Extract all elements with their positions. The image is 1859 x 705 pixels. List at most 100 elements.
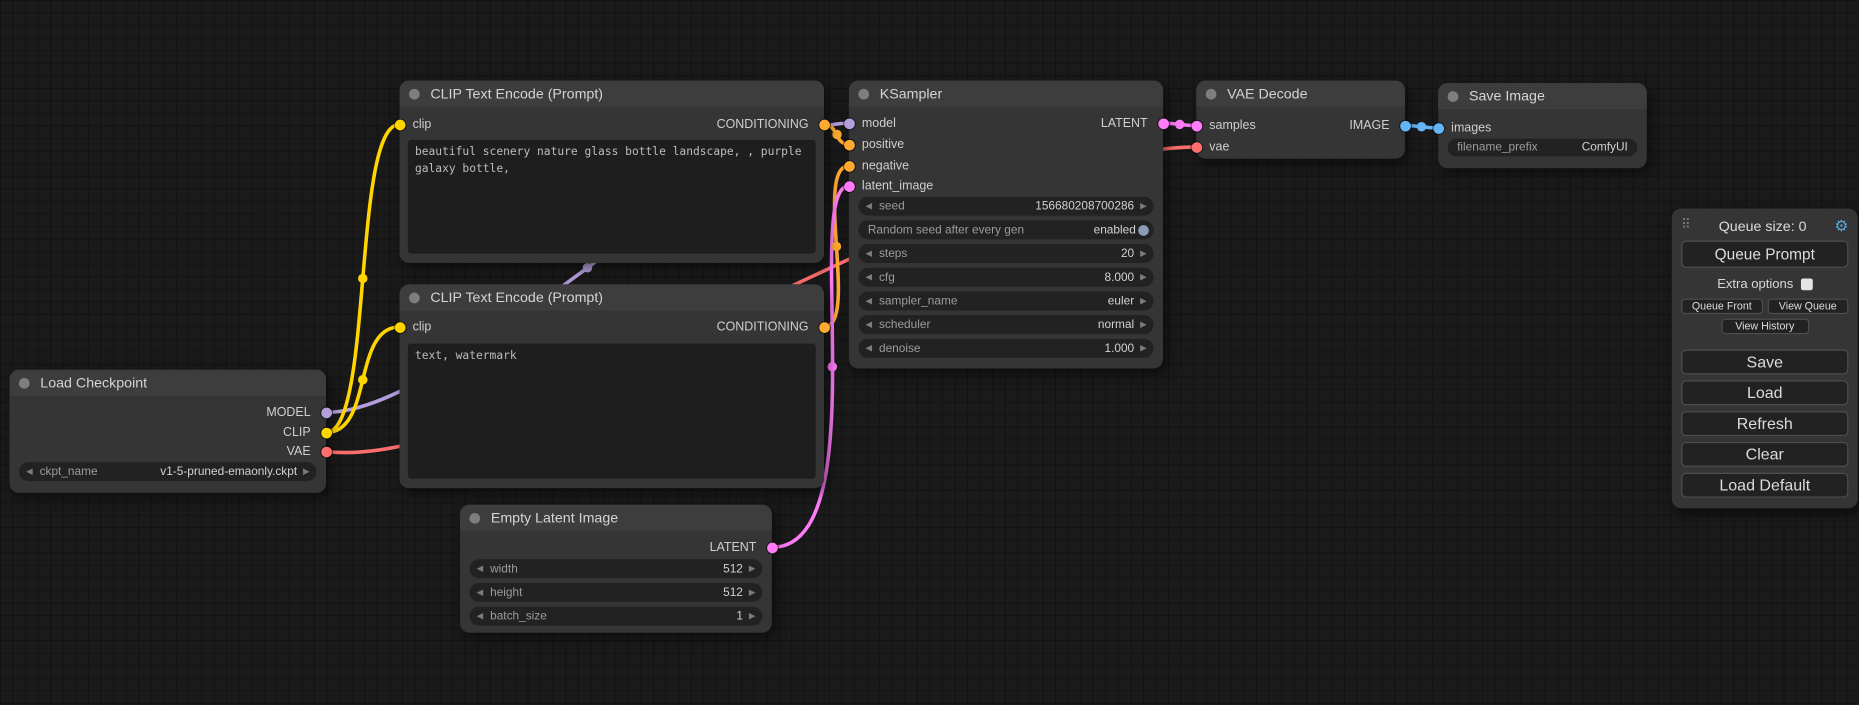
increment-icon[interactable]: ▶ xyxy=(749,588,755,596)
widget-denoise[interactable]: ◀ denoise 1.000 ▶ xyxy=(858,339,1153,358)
widget-filename-prefix[interactable]: filename_prefix ComfyUI xyxy=(1448,139,1638,157)
decrement-icon[interactable]: ◀ xyxy=(26,467,32,475)
view-history-button[interactable]: View History xyxy=(1721,319,1809,334)
widget-random-seed-toggle[interactable]: Random seed after every gen enabled xyxy=(858,220,1153,239)
collapse-dot[interactable] xyxy=(409,88,420,99)
output-slot-latent[interactable]: LATENT xyxy=(849,115,1163,132)
collapse-dot[interactable] xyxy=(19,377,30,388)
view-queue-button[interactable]: View Queue xyxy=(1767,299,1848,314)
input-slot-negative[interactable]: negative xyxy=(849,158,1163,175)
widget-sampler-name[interactable]: ◀ sampler_name euler ▶ xyxy=(858,291,1153,310)
decrement-icon[interactable]: ◀ xyxy=(865,297,871,305)
slot-dot[interactable] xyxy=(321,446,332,457)
input-slot-positive[interactable]: positive xyxy=(849,136,1163,153)
widget-seed[interactable]: ◀ seed 156680208700286 ▶ xyxy=(858,197,1153,216)
slot-dot[interactable] xyxy=(1400,120,1411,131)
slot-dot[interactable] xyxy=(321,427,332,438)
increment-icon[interactable]: ▶ xyxy=(1140,297,1146,305)
node-vae-decode[interactable]: VAE Decode samples IMAGE vae xyxy=(1196,81,1405,159)
node-titlebar[interactable]: Save Image xyxy=(1438,83,1647,109)
widget-ckpt-name[interactable]: ◀ ckpt_name v1-5-pruned-emaonly.ckpt ▶ xyxy=(19,462,317,481)
slot-dot[interactable] xyxy=(1158,118,1169,129)
clear-button[interactable]: Clear xyxy=(1681,442,1848,467)
node-empty-latent-image[interactable]: Empty Latent Image LATENT ◀ width 512 ▶ … xyxy=(460,505,772,633)
decrement-icon[interactable]: ◀ xyxy=(477,565,483,573)
widget-cfg[interactable]: ◀ cfg 8.000 ▶ xyxy=(858,268,1153,287)
decrement-icon[interactable]: ◀ xyxy=(477,588,483,596)
output-slot-latent[interactable]: LATENT xyxy=(460,539,772,556)
toggle-state-icon[interactable] xyxy=(1138,225,1149,236)
settings-gear-icon[interactable]: ⚙ xyxy=(1835,218,1849,233)
collapse-dot[interactable] xyxy=(1206,88,1217,99)
increment-icon[interactable]: ▶ xyxy=(303,467,309,475)
increment-icon[interactable]: ▶ xyxy=(1140,273,1146,281)
node-titlebar[interactable]: KSampler xyxy=(849,81,1163,107)
node-load-checkpoint[interactable]: Load Checkpoint MODEL CLIP VAE ◀ ckpt_na… xyxy=(9,370,326,493)
slot-dot[interactable] xyxy=(844,139,855,150)
decrement-icon[interactable]: ◀ xyxy=(865,202,871,210)
input-slot-latent-image[interactable]: latent_image xyxy=(849,178,1163,195)
decrement-icon[interactable]: ◀ xyxy=(865,249,871,257)
node-save-image[interactable]: Save Image images filename_prefix ComfyU… xyxy=(1438,83,1647,168)
output-slot-conditioning[interactable]: CONDITIONING xyxy=(400,319,824,336)
slot-dot[interactable] xyxy=(766,542,777,553)
node-title: CLIP Text Encode (Prompt) xyxy=(430,289,603,306)
widget-width[interactable]: ◀ width 512 ▶ xyxy=(469,559,762,578)
node-ksampler[interactable]: KSampler model LATENT positive negative … xyxy=(849,81,1163,369)
output-slot-image[interactable]: IMAGE xyxy=(1196,117,1405,134)
node-title: Empty Latent Image xyxy=(491,510,618,527)
slot-dot[interactable] xyxy=(321,407,332,418)
extra-options-checkbox[interactable] xyxy=(1800,278,1812,290)
input-slot-images[interactable]: images xyxy=(1438,120,1647,137)
increment-icon[interactable]: ▶ xyxy=(749,565,755,573)
queue-front-button[interactable]: Queue Front xyxy=(1681,299,1762,314)
node-title: KSampler xyxy=(880,85,942,102)
input-slot-vae[interactable]: vae xyxy=(1196,139,1405,156)
node-titlebar[interactable]: Empty Latent Image xyxy=(460,505,772,531)
collapse-dot[interactable] xyxy=(469,512,480,523)
queue-prompt-button[interactable]: Queue Prompt xyxy=(1681,241,1848,268)
node-titlebar[interactable]: CLIP Text Encode (Prompt) xyxy=(400,81,824,107)
increment-icon[interactable]: ▶ xyxy=(749,612,755,620)
widget-height[interactable]: ◀ height 512 ▶ xyxy=(469,583,762,602)
collapse-dot[interactable] xyxy=(858,88,869,99)
widget-batch-size[interactable]: ◀ batch_size 1 ▶ xyxy=(469,607,762,626)
save-button[interactable]: Save xyxy=(1681,350,1848,375)
refresh-button[interactable]: Refresh xyxy=(1681,411,1848,436)
increment-icon[interactable]: ▶ xyxy=(1140,321,1146,329)
widget-steps[interactable]: ◀ steps 20 ▶ xyxy=(858,244,1153,263)
decrement-icon[interactable]: ◀ xyxy=(865,321,871,329)
link-midpoint-dot xyxy=(828,362,837,371)
node-titlebar[interactable]: Load Checkpoint xyxy=(9,370,326,396)
increment-icon[interactable]: ▶ xyxy=(1140,344,1146,352)
output-slot-clip[interactable]: CLIP xyxy=(9,424,326,441)
output-slot-conditioning[interactable]: CONDITIONING xyxy=(400,116,824,133)
collapse-dot[interactable] xyxy=(409,292,420,303)
slot-dot[interactable] xyxy=(844,181,855,192)
prompt-text-input[interactable]: beautiful scenery nature glass bottle la… xyxy=(408,140,816,254)
drag-handle-icon[interactable]: ⠿ xyxy=(1681,219,1691,232)
slot-dot[interactable] xyxy=(1433,123,1444,134)
slot-dot[interactable] xyxy=(844,161,855,172)
increment-icon[interactable]: ▶ xyxy=(1140,202,1146,210)
decrement-icon[interactable]: ◀ xyxy=(865,344,871,352)
node-titlebar[interactable]: CLIP Text Encode (Prompt) xyxy=(400,284,824,310)
output-slot-model[interactable]: MODEL xyxy=(9,404,326,421)
slot-dot[interactable] xyxy=(1191,142,1202,153)
node-title: Load Checkpoint xyxy=(40,374,147,391)
decrement-icon[interactable]: ◀ xyxy=(477,612,483,620)
slot-dot[interactable] xyxy=(819,322,830,333)
slot-dot[interactable] xyxy=(819,119,830,130)
load-button[interactable]: Load xyxy=(1681,380,1848,405)
node-titlebar[interactable]: VAE Decode xyxy=(1196,81,1405,107)
graph-canvas[interactable]: Load Checkpoint MODEL CLIP VAE ◀ ckpt_na… xyxy=(0,0,1859,705)
load-default-button[interactable]: Load Default xyxy=(1681,473,1848,498)
node-clip-text-encode-positive[interactable]: CLIP Text Encode (Prompt) clip CONDITION… xyxy=(400,81,824,263)
increment-icon[interactable]: ▶ xyxy=(1140,249,1146,257)
node-clip-text-encode-negative[interactable]: CLIP Text Encode (Prompt) clip CONDITION… xyxy=(400,284,824,488)
widget-scheduler[interactable]: ◀ scheduler normal ▶ xyxy=(858,315,1153,334)
output-slot-vae[interactable]: VAE xyxy=(9,443,326,460)
collapse-dot[interactable] xyxy=(1448,91,1459,102)
decrement-icon[interactable]: ◀ xyxy=(865,273,871,281)
prompt-text-input[interactable]: text, watermark xyxy=(408,344,816,479)
